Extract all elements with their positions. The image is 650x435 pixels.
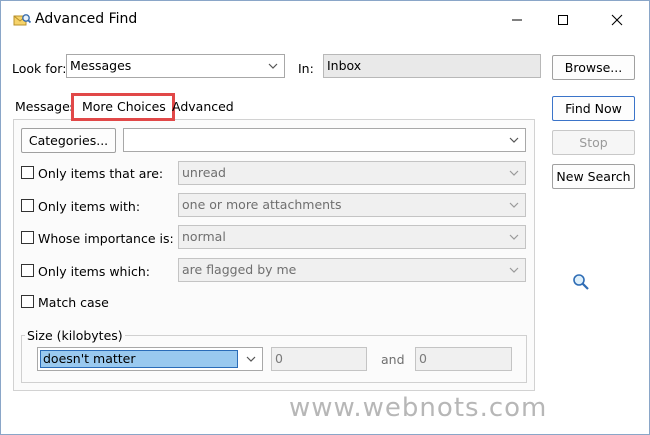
size-to-value: 0 — [419, 351, 427, 366]
size-to-field[interactable]: 0 — [415, 347, 512, 371]
importance-checkbox[interactable] — [21, 231, 34, 244]
in-folder-value: Inbox — [327, 58, 362, 73]
look-for-label: Look for: — [12, 61, 67, 76]
and-label: and — [381, 352, 405, 367]
maximize-button[interactable] — [541, 5, 585, 35]
search-animation-icon — [572, 273, 590, 291]
tab-advanced[interactable]: Advanced — [172, 99, 234, 121]
chevron-down-icon — [507, 133, 521, 147]
categories-dropdown[interactable] — [123, 128, 526, 152]
chevron-down-icon — [507, 230, 521, 244]
only-items-with-checkbox[interactable] — [21, 199, 34, 212]
only-items-that-are-label: Only items that are: — [38, 166, 164, 181]
chevron-down-icon — [507, 263, 521, 277]
stop-button[interactable]: Stop — [552, 130, 635, 155]
title-bar: Advanced Find — [1, 1, 649, 41]
only-items-which-value: are flagged by me — [182, 262, 297, 277]
only-items-which-dropdown[interactable]: are flagged by me — [178, 258, 526, 282]
tab-more-choices[interactable]: More Choices — [71, 93, 175, 121]
chevron-down-icon — [507, 198, 521, 212]
importance-dropdown[interactable]: normal — [178, 225, 526, 249]
only-items-that-are-checkbox[interactable] — [21, 166, 34, 179]
size-from-value: 0 — [275, 351, 283, 366]
only-items-which-checkbox[interactable] — [21, 264, 34, 277]
match-case-label: Match case — [38, 295, 109, 310]
watermark: www.webnots.com — [289, 393, 548, 423]
minimize-icon — [512, 19, 522, 21]
look-for-value: Messages — [70, 58, 132, 73]
only-items-that-are-dropdown[interactable]: unread — [178, 161, 526, 185]
only-items-that-are-value: unread — [182, 165, 226, 180]
only-items-with-dropdown[interactable]: one or more attachments — [178, 193, 526, 217]
size-condition-value: doesn't matter — [40, 350, 238, 368]
in-label: In: — [298, 61, 314, 76]
find-now-button[interactable]: Find Now — [552, 96, 635, 121]
new-search-button[interactable]: New Search — [552, 164, 635, 189]
tab-more-choices-label: More Choices — [82, 99, 166, 114]
importance-value: normal — [182, 229, 226, 244]
size-condition-dropdown[interactable]: doesn't matter — [37, 347, 263, 371]
close-button[interactable] — [595, 5, 639, 35]
advanced-find-icon — [13, 13, 32, 27]
chevron-down-icon — [244, 352, 258, 366]
size-from-field[interactable]: 0 — [271, 347, 367, 371]
minimize-button[interactable] — [495, 5, 539, 35]
chevron-down-icon — [507, 166, 521, 180]
chevron-down-icon — [266, 59, 280, 73]
match-case-checkbox[interactable] — [21, 295, 34, 308]
categories-button[interactable]: Categories... — [21, 128, 116, 153]
only-items-with-value: one or more attachments — [182, 197, 342, 212]
importance-label: Whose importance is: — [38, 231, 174, 246]
look-for-dropdown[interactable]: Messages — [66, 54, 285, 78]
advanced-find-window: Advanced Find Look for: Messages In: Inb… — [0, 0, 650, 435]
close-icon — [611, 14, 623, 26]
size-group-label: Size (kilobytes) — [25, 328, 125, 343]
only-items-with-label: Only items with: — [38, 199, 141, 214]
window-title: Advanced Find — [35, 11, 138, 27]
browse-button[interactable]: Browse... — [552, 55, 635, 80]
maximize-icon — [558, 15, 568, 25]
in-folder-field: Inbox — [323, 54, 541, 78]
tab-messages[interactable]: Messages — [15, 99, 76, 121]
only-items-which-label: Only items which: — [38, 264, 150, 279]
